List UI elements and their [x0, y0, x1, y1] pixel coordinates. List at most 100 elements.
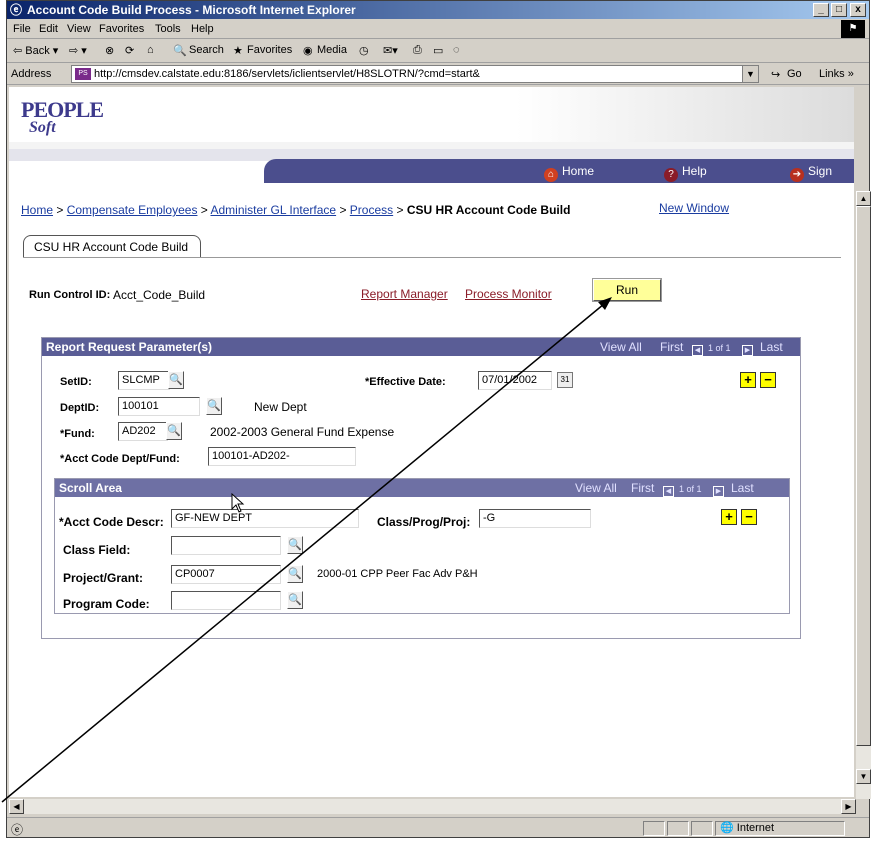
scroll-view-all-link[interactable]: View All: [575, 481, 617, 495]
process-monitor-link[interactable]: Process Monitor: [465, 287, 552, 301]
last-link[interactable]: Last: [760, 340, 783, 354]
zone-panel: 🌐 Internet: [715, 821, 845, 836]
search-icon: 🔍: [173, 45, 187, 57]
ie-icon: ⓔ: [10, 3, 23, 17]
address-bar: Address PS http://cmsdev.calstate.edu:81…: [7, 63, 869, 85]
scroll-left-icon[interactable]: ◀: [9, 799, 24, 814]
fund-lookup-icon[interactable]: 🔍: [166, 422, 182, 440]
breadcrumb-administer-gl[interactable]: Administer GL Interface: [210, 203, 336, 217]
menu-file[interactable]: File: [13, 23, 31, 35]
print-icon[interactable]: ⎙: [413, 44, 422, 57]
toolbar: ⇦ Back ▾ ⇨ ▾ ⊗ ⟳ ⌂ 🔍 Search ★ Favorites …: [7, 39, 869, 63]
scroll-delete-row-button[interactable]: −: [741, 509, 757, 525]
browser-window: ⓔ Account Code Build Process - Microsoft…: [6, 0, 871, 838]
deptid-lookup-icon[interactable]: 🔍: [206, 397, 222, 415]
media-button[interactable]: Media: [317, 44, 347, 56]
scroll-first-link[interactable]: First: [631, 481, 654, 495]
first-link[interactable]: First: [660, 340, 683, 354]
go-button[interactable]: Go: [787, 68, 802, 80]
discuss-icon[interactable]: ◌: [453, 44, 460, 56]
mail-icon[interactable]: ✉▾: [383, 44, 398, 57]
tab-csu-hr-account-code-build[interactable]: CSU HR Account Code Build: [23, 235, 202, 257]
breadcrumb-process[interactable]: Process: [350, 203, 393, 217]
report-manager-link[interactable]: Report Manager: [361, 287, 448, 301]
scroll-down-icon[interactable]: ▼: [856, 769, 871, 784]
scroll-next-arrow-icon[interactable]: ▶: [713, 481, 724, 497]
scroll-thumb[interactable]: [856, 206, 871, 746]
fund-label: *Fund:: [60, 428, 95, 440]
zone-label: Internet: [736, 822, 775, 834]
menu-favorites[interactable]: Favorites: [99, 23, 144, 35]
scroll-area-title: Scroll Area: [59, 481, 122, 495]
close-button[interactable]: x: [850, 3, 866, 17]
go-arrow-icon[interactable]: ↪: [771, 68, 780, 81]
tab-divider: [23, 257, 841, 258]
chevron-down-icon[interactable]: ▼: [742, 66, 758, 82]
breadcrumb: Home > Compensate Employees > Administer…: [21, 203, 571, 217]
window-title: Account Code Build Process - Microsoft I…: [27, 3, 356, 17]
class-field-label: Class Field:: [63, 543, 131, 557]
breadcrumb-compensate-employees[interactable]: Compensate Employees: [67, 203, 198, 217]
acct-code-descr-input[interactable]: GF-NEW DEPT: [171, 509, 359, 528]
view-all-link[interactable]: View All: [600, 340, 642, 354]
stop-icon[interactable]: ⊗: [105, 44, 114, 57]
menu-tools[interactable]: Tools: [155, 23, 181, 35]
scroll-prev-arrow-icon[interactable]: ◀: [663, 481, 674, 497]
links-button[interactable]: Links »: [819, 68, 854, 80]
scroll-up-icon[interactable]: ▲: [856, 191, 871, 206]
setid-input[interactable]: SLCMP: [118, 371, 170, 390]
project-grant-lookup-icon[interactable]: 🔍: [287, 565, 303, 583]
home-icon[interactable]: ⌂: [147, 44, 154, 56]
prev-arrow-icon[interactable]: ◀: [692, 340, 703, 356]
class-prog-proj-input[interactable]: -G: [479, 509, 591, 528]
next-arrow-icon[interactable]: ▶: [742, 340, 753, 356]
back-button[interactable]: ⇦ Back ▾: [13, 44, 58, 57]
vertical-scrollbar[interactable]: ▲ ▼: [856, 191, 871, 799]
forward-button[interactable]: ⇨ ▾: [69, 44, 87, 57]
menu-help[interactable]: Help: [191, 23, 214, 35]
favorites-button[interactable]: Favorites: [247, 44, 292, 56]
acct-dept-fund-input[interactable]: 100101-AD202-: [208, 447, 356, 466]
new-window-link[interactable]: New Window: [659, 201, 729, 215]
edit-icon[interactable]: ▭: [433, 44, 443, 57]
calendar-icon[interactable]: 31: [557, 372, 573, 388]
program-code-lookup-icon[interactable]: 🔍: [287, 591, 303, 609]
address-input[interactable]: PS http://cmsdev.calstate.edu:8186/servl…: [71, 65, 759, 83]
delete-row-button[interactable]: −: [760, 372, 776, 388]
scroll-row-counter: 1 of 1: [679, 484, 702, 494]
menu-view[interactable]: View: [67, 23, 91, 35]
setid-lookup-icon[interactable]: 🔍: [168, 371, 184, 389]
search-button[interactable]: Search: [189, 44, 224, 56]
nav-home[interactable]: ⌂ Home: [544, 164, 594, 182]
scroll-last-link[interactable]: Last: [731, 481, 754, 495]
scroll-right-icon[interactable]: ▶: [841, 799, 856, 814]
scroll-area-group: Scroll Area View All First ◀ 1 of 1 ▶ La…: [54, 478, 790, 614]
nav-help[interactable]: ? Help: [664, 164, 707, 182]
minimize-button[interactable]: _: [813, 3, 829, 17]
program-code-input[interactable]: [171, 591, 281, 610]
home-icon: ⌂: [544, 168, 558, 182]
class-field-lookup-icon[interactable]: 🔍: [287, 536, 303, 554]
project-grant-input[interactable]: CP0007: [171, 565, 281, 584]
acct-dept-fund-label: *Acct Code Dept/Fund:: [60, 453, 180, 465]
effective-date-label: *Effective Date:: [365, 376, 446, 388]
row-counter: 1 of 1: [708, 343, 731, 353]
history-icon[interactable]: ◷: [359, 44, 369, 57]
class-field-input[interactable]: [171, 536, 281, 555]
status-bar: ⓔ 🌐 Internet: [7, 817, 869, 837]
horizontal-scrollbar[interactable]: ◀ ▶: [9, 799, 856, 814]
add-row-button[interactable]: +: [740, 372, 756, 388]
maximize-button[interactable]: □: [831, 3, 847, 17]
fund-input[interactable]: AD202: [118, 422, 168, 441]
refresh-icon[interactable]: ⟳: [125, 44, 134, 57]
run-button[interactable]: Run: [592, 278, 662, 302]
menu-edit[interactable]: Edit: [39, 23, 58, 35]
report-request-group: Report Request Parameter(s) View All Fir…: [41, 337, 801, 639]
project-grant-description: 2000-01 CPP Peer Fac Adv P&H: [317, 568, 478, 580]
nav-sign-out[interactable]: ➔ Sign Out: [790, 164, 854, 196]
deptid-input[interactable]: 100101: [118, 397, 200, 416]
breadcrumb-home[interactable]: Home: [21, 203, 53, 217]
windows-logo-icon: ⚑: [841, 20, 865, 38]
scroll-add-row-button[interactable]: +: [721, 509, 737, 525]
effective-date-input[interactable]: 07/01/2002: [478, 371, 552, 390]
